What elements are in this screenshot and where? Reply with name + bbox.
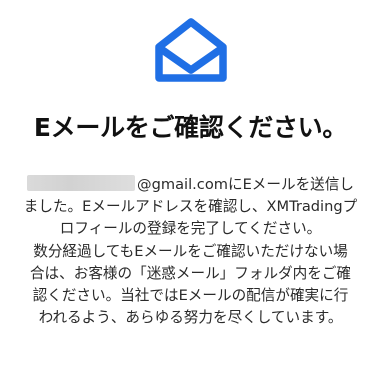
- message-line-2: ました。Eメールアドレスを確認し、XMTradingプ: [23, 198, 358, 216]
- confirmation-message: @gmail.comにEメールを送信し ました。Eメールアドレスを確認し、XMT…: [0, 174, 381, 329]
- mail-open-icon: [151, 14, 231, 86]
- message-line-5: 合は、お客様の「迷惑メール」フォルダ内をご確: [29, 264, 352, 282]
- message-line-4: 数分経過してもEメールをご確認いただけない場: [33, 242, 348, 260]
- message-line-1-suffix: にEメールを送信し: [227, 176, 354, 193]
- email-confirmation-screen: Eメールをご確認ください。 @gmail.comにEメールを送信し ました。Eメ…: [0, 0, 381, 373]
- message-line-1: @gmail.comにEメールを送信し: [0, 174, 381, 196]
- email-domain: @gmail.com: [137, 176, 228, 193]
- message-line-3: ロフィールの登録を完了してください。: [59, 220, 322, 238]
- message-line-6: 認ください。当社ではEメールの配信が確実に行: [32, 286, 349, 304]
- message-line-7: われるよう、あらゆる努力を尽くしています。: [38, 309, 343, 327]
- page-title: Eメールをご確認ください。: [33, 113, 348, 142]
- redacted-email-user: [27, 175, 136, 191]
